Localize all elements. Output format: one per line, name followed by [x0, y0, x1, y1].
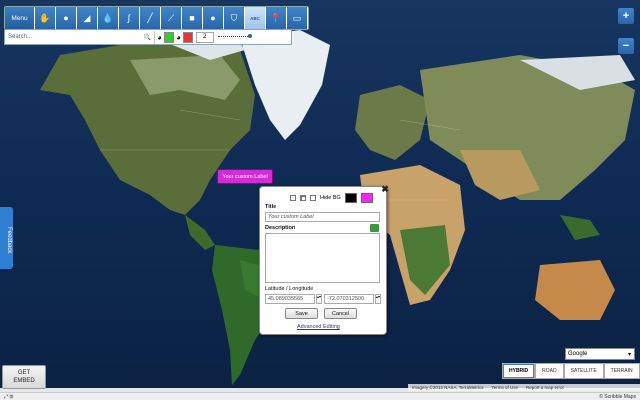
rectangle-icon[interactable]: ■: [182, 7, 203, 29]
tool-options-bar: Search... 🔍 ◕ ◕ 2: [4, 30, 292, 45]
title-label: Title: [265, 204, 277, 210]
map-provider-select[interactable]: Google ▾: [565, 348, 635, 360]
fill-color-swatch[interactable]: [182, 31, 193, 43]
background-color-swatch[interactable]: [360, 193, 373, 203]
map-type-switcher: HYBRID ROAD SATELLITE TERRAIN: [502, 363, 640, 379]
straight-line-icon[interactable]: ╱: [140, 7, 161, 29]
hide-bg-label: Hide BG: [320, 195, 341, 201]
feedback-tab[interactable]: Feedback: [0, 207, 13, 269]
border-checkbox[interactable]: [290, 195, 296, 201]
search-icon[interactable]: 🔍: [144, 34, 151, 41]
get-embed-button[interactable]: GET EMBED: [2, 365, 46, 389]
drawing-toolbar: Menu ✋ ● ◢ 💧 ∫ ╱ ⟋ ■ ● ⛉ ABC 📍 ▭: [4, 6, 309, 30]
brand-credit: © Scribble Maps: [599, 393, 636, 400]
line-width-stepper[interactable]: 2: [195, 31, 214, 43]
blob-icon[interactable]: ●: [56, 7, 77, 29]
map-type-hybrid[interactable]: HYBRID: [502, 363, 536, 379]
save-button[interactable]: Save: [285, 308, 318, 319]
get-embed-line2: EMBED: [13, 378, 35, 384]
text-label-icon[interactable]: ABC: [245, 7, 266, 29]
advanced-editing-link[interactable]: Advanced Editing: [297, 324, 340, 330]
latitude-input[interactable]: 45.089035565: [265, 294, 315, 304]
polygon-icon[interactable]: ⛉: [224, 7, 245, 29]
fullscreen-icon[interactable]: ⤢: [4, 394, 8, 400]
label-edit-popup: ✖ Hide BG Title Your custom Label Descri…: [259, 184, 390, 335]
stroke-color-swatch[interactable]: [163, 31, 174, 43]
description-label: Description: [265, 225, 296, 231]
image-icon[interactable]: ▭: [287, 7, 308, 29]
shadow-checkbox[interactable]: [300, 195, 306, 201]
search-placeholder: Search...: [8, 34, 33, 40]
title-input[interactable]: Your custom Label: [265, 212, 380, 222]
line-style-slider[interactable]: [217, 34, 252, 38]
text-color-swatch[interactable]: [344, 193, 357, 203]
get-embed-line1: GET: [17, 370, 31, 376]
provider-value: Google: [568, 351, 588, 357]
status-bar: ⤢ ⚙ © Scribble Maps: [0, 392, 640, 400]
slider-knob[interactable]: [247, 34, 252, 38]
chevron-down-icon: ▾: [627, 351, 631, 358]
longitude-stepper[interactable]: ▴▾: [375, 294, 381, 304]
stroke-color-picker-icon[interactable]: ◕: [157, 33, 162, 42]
report-error-link[interactable]: Report a map error: [526, 385, 564, 390]
imagery-credit: Imagery ©2013 NASA, TerraMetrics: [412, 385, 484, 390]
map-type-terrain[interactable]: TERRAIN: [603, 363, 640, 379]
longitude-input[interactable]: -72.070312500: [324, 294, 374, 304]
polyline-icon[interactable]: ⟋: [161, 7, 182, 29]
cancel-button[interactable]: Cancel: [324, 308, 357, 319]
eraser-icon[interactable]: ◢: [77, 7, 98, 29]
map-attribution: Imagery ©2013 NASA, TerraMetrics Terms o…: [408, 384, 640, 391]
freehand-line-icon[interactable]: ∫: [119, 7, 140, 29]
terms-link[interactable]: Terms of Use: [492, 385, 519, 390]
circle-icon[interactable]: ●: [203, 7, 224, 29]
map-type-road[interactable]: ROAD: [535, 363, 564, 379]
hide-bg-checkbox[interactable]: [310, 195, 316, 201]
latitude-stepper[interactable]: ▴▾: [316, 294, 322, 304]
fill-color-picker-icon[interactable]: ◕: [176, 33, 181, 42]
fill-drop-icon[interactable]: 💧: [98, 7, 119, 29]
description-textarea[interactable]: [265, 233, 380, 283]
custom-map-label[interactable]: Your custom Label: [217, 169, 273, 184]
zoom-out-button[interactable]: −: [618, 38, 634, 54]
latlng-label: Latitude / Longitude: [265, 286, 314, 292]
rich-text-icon[interactable]: [370, 224, 379, 232]
status-left: ⤢ ⚙: [4, 394, 13, 400]
search-input[interactable]: Search... 🔍: [5, 30, 155, 44]
marker-icon[interactable]: 📍: [266, 7, 287, 29]
close-icon[interactable]: ✖: [380, 184, 390, 194]
feedback-label: Feedback: [6, 227, 12, 254]
map-type-satellite[interactable]: SATELLITE: [563, 363, 604, 379]
hand-pointer-icon[interactable]: ✋: [35, 7, 56, 29]
settings-gear-icon[interactable]: ⚙: [9, 394, 13, 400]
line-width-value: 2: [203, 34, 207, 40]
menu-button[interactable]: Menu: [5, 7, 35, 29]
zoom-in-button[interactable]: +: [618, 8, 634, 24]
